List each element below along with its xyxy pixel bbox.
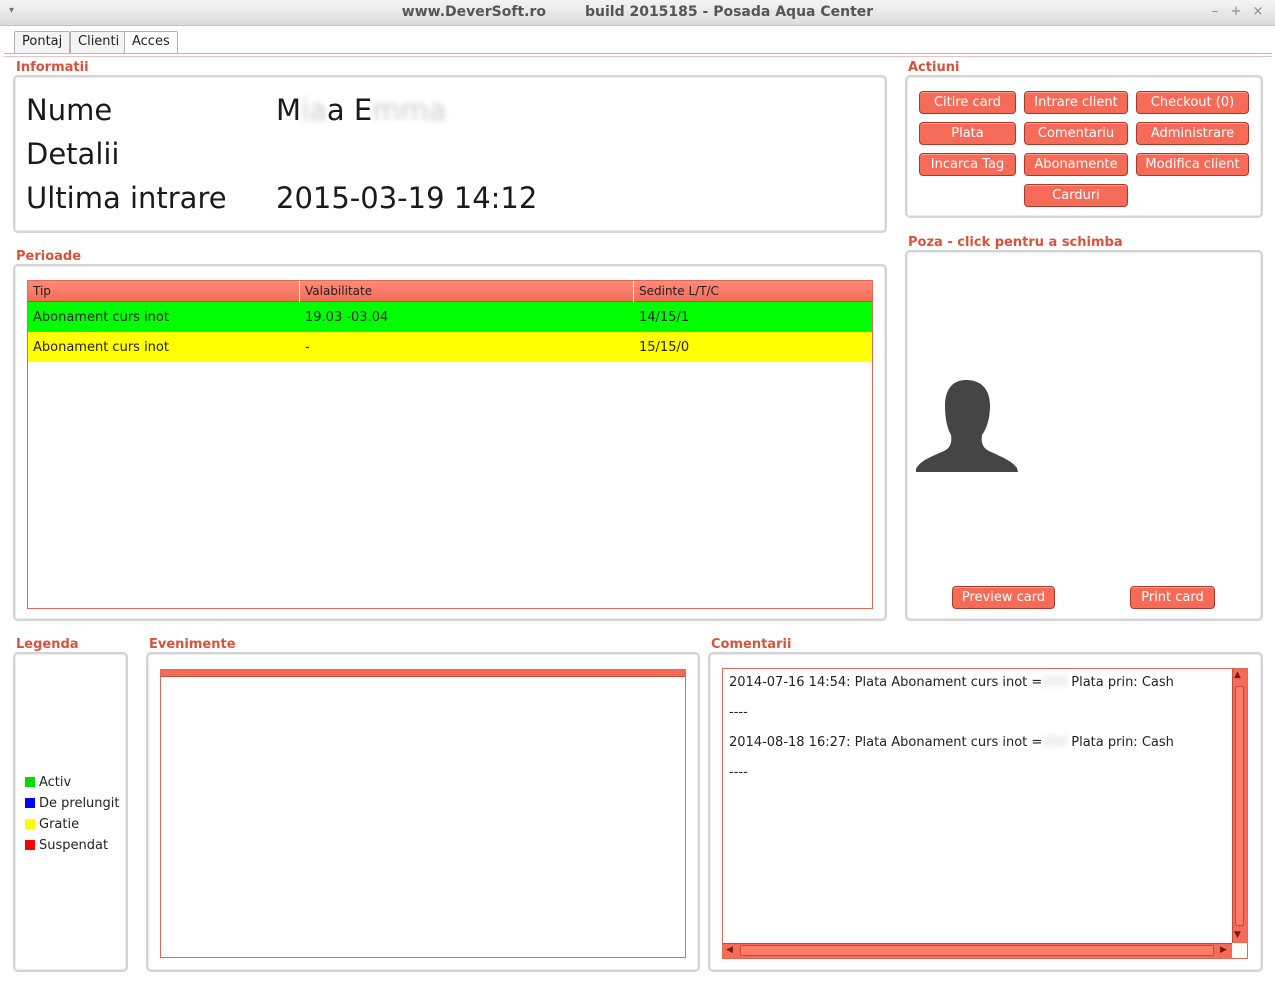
details-label: Detalii: [26, 137, 120, 171]
legend-swatch: [25, 798, 35, 808]
legend-item-activ: Activ: [25, 775, 71, 791]
preview-card-button[interactable]: Preview card: [952, 586, 1055, 609]
name-value-part: M: [276, 93, 302, 127]
tab-acces[interactable]: Acces: [124, 31, 178, 54]
perioade-title: Perioade: [16, 249, 82, 264]
last-entry-value: 2015-03-19 14:12: [276, 181, 538, 215]
comment-text: 2014-07-16 14:54: Plata Abonament curs i…: [729, 675, 1043, 690]
comment-line: 2014-07-16 14:54: Plata Abonament curs i…: [729, 675, 1174, 690]
legend-swatch: [25, 840, 35, 850]
legend-item-suspendat: Suspendat: [25, 838, 108, 854]
title-bar: ▾ www.DeverSoft.ro build 2015185 - Posad…: [0, 0, 1275, 26]
vertical-scroll-thumb[interactable]: [1235, 686, 1244, 926]
legend-item-gratie: Gratie: [25, 817, 79, 833]
abonamente-button[interactable]: Abonamente: [1024, 153, 1128, 176]
cell-valabilitate: 19.03 -03.04: [305, 310, 389, 325]
modifica-client-button[interactable]: Modifica client: [1136, 153, 1249, 176]
comment-text: Plata prin: Cash: [1067, 735, 1174, 750]
comentariu-button[interactable]: Comentariu: [1024, 122, 1128, 145]
tab-divider: [4, 53, 1272, 54]
horizontal-scroll-thumb[interactable]: [740, 945, 1214, 956]
legend-label: Gratie: [39, 817, 80, 832]
comment-text: 2014-08-18 16:27: Plata Abonament curs i…: [729, 735, 1043, 750]
legend-swatch: [25, 777, 35, 787]
legend-label: De prelungit: [39, 796, 120, 811]
scroll-left-icon[interactable]: ◀: [726, 945, 733, 955]
last-entry-label: Ultima intrare: [26, 181, 227, 215]
column-header-sedinte[interactable]: Sedinte L/T/C: [634, 281, 872, 302]
maximize-icon[interactable]: +: [1229, 4, 1243, 19]
citire-card-button[interactable]: Citire card: [919, 91, 1016, 114]
cell-sedinte: 15/15/0: [639, 340, 690, 355]
minimize-icon[interactable]: –: [1208, 4, 1222, 19]
scroll-up-icon[interactable]: ▲: [1234, 670, 1241, 680]
column-header-valabilitate[interactable]: Valabilitate: [300, 281, 634, 302]
legend-label: Activ: [39, 775, 72, 790]
window-title: www.DeverSoft.ro build 2015185 - Posada …: [401, 4, 874, 20]
cell-tip: Abonament curs inot: [33, 310, 169, 325]
legenda-title: Legenda: [16, 637, 79, 652]
comment-separator: ----: [729, 705, 748, 720]
cell-sedinte: 14/15/1: [639, 310, 690, 325]
column-header-tip[interactable]: Tip: [28, 281, 300, 302]
tab-divider-accent: [4, 56, 1272, 57]
comment-amount-blurred: 200: [1042, 735, 1068, 750]
tab-clienti[interactable]: Clienti: [70, 31, 128, 53]
name-value-part: a E: [326, 93, 373, 127]
legend-label: Suspendat: [39, 838, 109, 853]
cell-valabilitate: -: [305, 340, 310, 355]
comment-separator: ----: [729, 765, 748, 780]
name-label: Nume: [26, 93, 113, 127]
table-header: Tip Valabilitate Sedinte L/T/C: [28, 281, 872, 302]
scrollbar-corner: [1232, 943, 1247, 958]
informatii-title: Informatii: [16, 60, 89, 75]
comment-line: 2014-08-18 16:27: Plata Abonament curs i…: [729, 735, 1174, 750]
cell-tip: Abonament curs inot: [33, 340, 169, 355]
name-value-blurred: ia: [301, 93, 327, 127]
carduri-button[interactable]: Carduri: [1024, 184, 1128, 207]
name-value-blurred: mma: [372, 93, 447, 127]
intrare-client-button[interactable]: Intrare client: [1024, 91, 1128, 114]
comments-textarea[interactable]: [722, 668, 1248, 959]
legend-item-de-prelungit: De prelungit: [25, 796, 120, 812]
avatar-placeholder-icon[interactable]: [916, 378, 1018, 472]
administrare-button[interactable]: Administrare: [1136, 122, 1249, 145]
comentarii-title: Comentarii: [711, 637, 792, 652]
tab-pontaj[interactable]: Pontaj: [14, 31, 71, 53]
actiuni-title: Actiuni: [908, 60, 960, 75]
evenimente-header: [161, 670, 685, 677]
poza-title: Poza - click pentru a schimba: [908, 235, 1123, 250]
legenda-panel: [13, 652, 128, 972]
incarca-tag-button[interactable]: Incarca Tag: [919, 153, 1016, 176]
scroll-down-icon[interactable]: ▼: [1234, 930, 1241, 940]
close-icon[interactable]: ×: [1251, 4, 1265, 19]
scroll-right-icon[interactable]: ▶: [1220, 945, 1227, 955]
comment-text: Plata prin: Cash: [1067, 675, 1174, 690]
comment-amount-blurred: 200: [1042, 675, 1068, 690]
checkout-button[interactable]: Checkout (0): [1136, 91, 1249, 114]
name-value: Miaa Emma: [276, 93, 446, 127]
print-card-button[interactable]: Print card: [1130, 586, 1215, 609]
table-row[interactable]: Abonament curs inot 19.03 -03.04 14/15/1: [28, 302, 872, 332]
perioade-table: Tip Valabilitate Sedinte L/T/C Abonament…: [27, 280, 873, 609]
evenimente-list[interactable]: [160, 669, 686, 958]
plata-button[interactable]: Plata: [919, 122, 1016, 145]
table-row[interactable]: Abonament curs inot - 15/15/0: [28, 332, 872, 362]
evenimente-title: Evenimente: [149, 637, 236, 652]
legend-swatch: [25, 819, 35, 829]
